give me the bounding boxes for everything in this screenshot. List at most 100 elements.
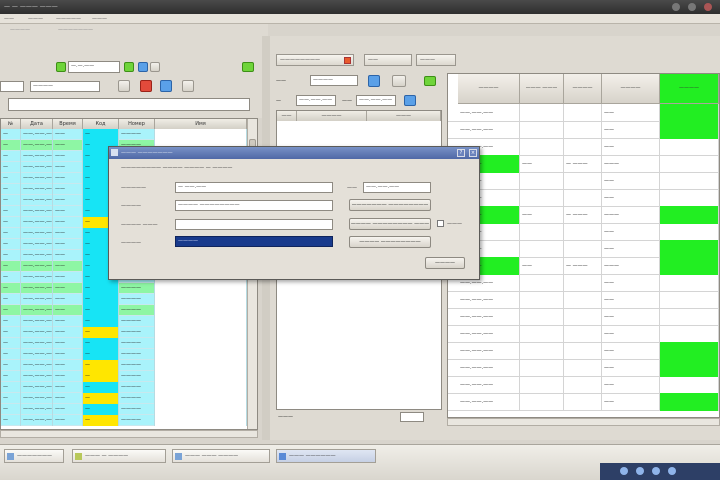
- filter-icon[interactable]: [118, 80, 130, 92]
- search-icon[interactable]: [368, 75, 380, 87]
- table-row[interactable]: ———.——.—————————: [1, 316, 257, 327]
- dialog-field-3[interactable]: ———— ————————: [175, 200, 333, 211]
- table-row[interactable]: ——.——.————: [448, 393, 719, 411]
- go-icon[interactable]: [404, 95, 416, 106]
- table-row[interactable]: ———.——.—————————: [1, 404, 257, 415]
- table-row[interactable]: ———.——.—————————: [1, 327, 257, 338]
- filter-combo[interactable]: ————: [310, 75, 358, 86]
- table-row[interactable]: ———.——.—————————: [1, 294, 257, 305]
- table-row[interactable]: ———.——.—————————: [1, 349, 257, 360]
- tab-third[interactable]: ———: [416, 54, 456, 66]
- table-row[interactable]: ——.——.————: [448, 138, 719, 156]
- right-date-to[interactable]: ——.——.——: [356, 95, 396, 106]
- column-header[interactable]: ——— ———: [520, 74, 564, 104]
- table-row[interactable]: ——.——.————: [448, 376, 719, 394]
- column-header[interactable]: Номер: [119, 119, 155, 129]
- date-from-field[interactable]: —.—.——: [68, 61, 120, 73]
- table-row[interactable]: ———.——.—————————: [1, 371, 257, 382]
- table-row[interactable]: ———.——.—————————: [1, 415, 257, 426]
- column-header[interactable]: ————: [660, 74, 719, 104]
- column-header[interactable]: ——: [277, 111, 297, 121]
- table-row[interactable]: ——.——.————: [448, 291, 719, 309]
- table-row[interactable]: ——.——.————: [448, 342, 719, 360]
- dialog-ok-button[interactable]: ————: [425, 257, 465, 269]
- refresh-right-icon[interactable]: [392, 75, 406, 87]
- page-size-field[interactable]: [400, 412, 424, 422]
- table-row[interactable]: ———.——.—————————: [1, 382, 257, 393]
- delete-icon[interactable]: [140, 80, 152, 92]
- table-row[interactable]: ——.——.————: [448, 359, 719, 377]
- prev-date-icon[interactable]: [56, 62, 66, 72]
- column-header[interactable]: ————: [602, 74, 660, 104]
- table-row[interactable]: ———.——.—————————: [1, 338, 257, 349]
- dialog-date-field[interactable]: ——.——.——: [363, 182, 431, 193]
- table-row[interactable]: ——.————— ——————: [448, 257, 719, 275]
- dialog-field-1[interactable]: — ——.——: [175, 182, 333, 193]
- left-grid-hscrollbar[interactable]: [0, 430, 258, 438]
- refresh-icon[interactable]: [138, 62, 148, 72]
- taskbar-item[interactable]: ——— ——— ————: [172, 449, 270, 463]
- tray-icon[interactable]: [620, 467, 628, 475]
- sub-toolbar-item[interactable]: ———————: [58, 27, 93, 33]
- dialog-action-button-3[interactable]: ———— ————————: [349, 236, 431, 248]
- table-row[interactable]: ——.————: [448, 172, 719, 190]
- table-row[interactable]: ———.——.—————————: [1, 360, 257, 371]
- dialog-action-button-1[interactable]: ——————— ————————: [349, 199, 431, 211]
- edit-icon[interactable]: [160, 80, 172, 92]
- table-row[interactable]: ——.——.————: [448, 121, 719, 139]
- table-row[interactable]: ——.——.————: [448, 274, 719, 292]
- export-icon[interactable]: [242, 62, 254, 72]
- table-row[interactable]: ———.——.—————————: [1, 129, 257, 140]
- tray-icon[interactable]: [652, 467, 660, 475]
- dialog-checkbox[interactable]: [437, 220, 444, 227]
- column-header[interactable]: ———: [367, 111, 441, 121]
- tray-icon[interactable]: [668, 467, 676, 475]
- table-row[interactable]: ———.——.—————————: [1, 283, 257, 294]
- next-date-icon[interactable]: [124, 62, 134, 72]
- column-header[interactable]: Дата: [21, 119, 53, 129]
- table-row[interactable]: ———.——.—————————: [1, 393, 257, 404]
- column-header[interactable]: ————: [297, 111, 367, 121]
- column-header[interactable]: Имя: [155, 119, 247, 129]
- right-grid-hscrollbar[interactable]: [447, 418, 720, 426]
- tab-second[interactable]: ——: [364, 54, 412, 66]
- column-header[interactable]: №: [1, 119, 21, 129]
- minimize-icon[interactable]: [672, 3, 680, 11]
- tray-icon[interactable]: [636, 467, 644, 475]
- column-header[interactable]: ————: [458, 74, 520, 104]
- table-row[interactable]: ——.——.————: [448, 308, 719, 326]
- dialog-action-button-2[interactable]: ———— ———————— ———: [349, 218, 431, 230]
- table-row[interactable]: ——.————: [448, 223, 719, 241]
- print-icon[interactable]: [182, 80, 194, 92]
- column-header[interactable]: ————: [564, 74, 602, 104]
- dialog-selected-field[interactable]: ————: [175, 236, 333, 247]
- table-row[interactable]: ——.——.————: [448, 104, 719, 122]
- category-combo[interactable]: ————: [30, 81, 100, 92]
- dialog-close-icon[interactable]: ×: [469, 149, 477, 157]
- dialog-field-4[interactable]: [175, 219, 333, 230]
- column-header[interactable]: Время: [53, 119, 83, 129]
- left-code-field[interactable]: [0, 81, 24, 92]
- maximize-icon[interactable]: [688, 3, 696, 11]
- taskbar-item-active[interactable]: ——— ——————: [276, 449, 376, 463]
- tab-main[interactable]: ————————: [276, 54, 354, 66]
- table-row[interactable]: ——.——.————: [448, 325, 719, 343]
- table-row[interactable]: ———.——.—————————: [1, 305, 257, 316]
- table-row[interactable]: ——.————: [448, 189, 719, 207]
- taskbar-item[interactable]: ——— — ————: [72, 449, 166, 463]
- table-row[interactable]: ——.————: [448, 240, 719, 258]
- taskbar-item[interactable]: ———————: [4, 449, 64, 463]
- menu-item[interactable]: —————: [56, 16, 81, 22]
- table-row[interactable]: ——.————— ——————: [448, 206, 719, 224]
- close-icon[interactable]: [704, 3, 712, 11]
- sub-toolbar-item[interactable]: ————: [10, 27, 30, 33]
- menu-item[interactable]: ———: [28, 16, 43, 22]
- right-date-from[interactable]: ——.——.——: [296, 95, 336, 106]
- table-row[interactable]: ——.————— ——————: [448, 155, 719, 173]
- column-header[interactable]: Код: [83, 119, 119, 129]
- calendar-icon[interactable]: [150, 62, 160, 72]
- search-input[interactable]: [8, 98, 250, 111]
- apply-icon[interactable]: [424, 76, 436, 86]
- menu-item[interactable]: ——: [4, 16, 14, 22]
- dialog-help-icon[interactable]: ?: [457, 149, 465, 157]
